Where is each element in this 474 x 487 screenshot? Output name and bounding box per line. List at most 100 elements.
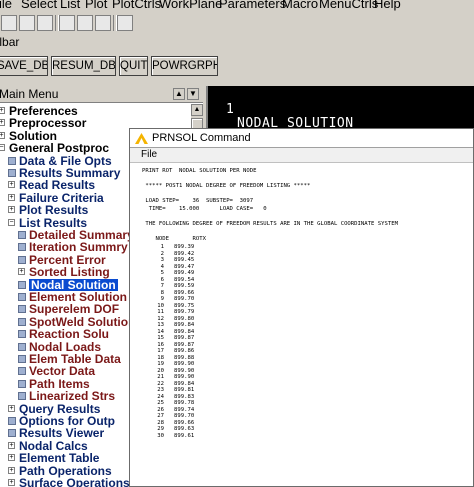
menu-list[interactable]: List <box>60 0 80 11</box>
menu-bullet-icon[interactable] <box>18 367 26 376</box>
menu-bullet-icon[interactable] <box>18 231 26 239</box>
menu-tree-label: Path Operations <box>19 463 112 478</box>
expand-icon[interactable]: + <box>8 479 15 486</box>
menu-tree-label: Results Summary <box>19 166 121 180</box>
command-prompt-icon[interactable] <box>117 15 133 31</box>
output-line: ***** POST1 NODAL DEGREE OF FREEDOM LIST… <box>142 183 311 190</box>
menu-workplane[interactable]: WorkPlane <box>159 0 222 11</box>
output-line: LOAD STEP= 36 SUBSTEP= 3097 <box>142 198 254 205</box>
powergraph-button[interactable]: POWRGRPH <box>151 56 218 76</box>
menu-bullet-icon[interactable] <box>18 255 26 264</box>
menu-tree-label: Preferences <box>9 104 78 118</box>
menu-bullet-icon[interactable] <box>8 169 16 177</box>
expand-menu-icon[interactable]: ▼ <box>187 88 199 100</box>
menu-tree-label: Solution <box>9 128 57 143</box>
scroll-up-icon[interactable]: ▲ <box>191 104 203 116</box>
menu-tree-label: General Postproc <box>9 141 110 156</box>
menu-tree-label: Linearized Strs <box>29 389 116 404</box>
prnsol-output: PRINT ROT NODAL SOLUTION PER NODE ***** … <box>130 163 473 486</box>
menu-tree-label: Preprocessor <box>9 116 87 131</box>
output-line: NODE ROTX <box>142 236 206 243</box>
menu-tree-item[interactable]: + Preferences <box>0 105 191 117</box>
menu-plot[interactable]: Plot <box>85 0 107 11</box>
menu-bullet-icon[interactable] <box>18 355 26 363</box>
menu-select[interactable]: Select <box>21 0 57 11</box>
menu-bullet-icon[interactable] <box>8 156 16 165</box>
menu-tree-label: Percent Error <box>29 252 106 267</box>
image-capture-icon[interactable] <box>77 15 93 31</box>
menu-tree-label: Plot Results <box>19 203 89 218</box>
collapse-menu-icon[interactable]: ▲ <box>173 88 185 100</box>
expand-icon[interactable]: + <box>0 119 5 127</box>
menu-plotctrls[interactable]: PlotCtrls <box>112 0 161 11</box>
save-icon[interactable] <box>37 15 53 31</box>
menu-tree-label: Sorted Listing <box>29 265 110 280</box>
expand-icon[interactable]: + <box>8 181 15 189</box>
expand-icon[interactable]: + <box>8 206 15 214</box>
quit-button[interactable]: QUIT <box>119 56 148 76</box>
menu-bullet-icon[interactable] <box>18 293 26 301</box>
expand-icon[interactable]: + <box>8 404 15 412</box>
menu-bullet-icon[interactable] <box>18 317 26 326</box>
dialog-titlebar[interactable]: PRNSOL Command <box>130 129 473 148</box>
expand-icon[interactable]: + <box>8 454 15 462</box>
toolbar-label: Toolbar <box>0 35 20 49</box>
main-menu-title: Main Menu <box>0 87 59 101</box>
menu-file[interactable]: File <box>0 0 12 11</box>
menu-tree-label: List Results <box>19 215 88 230</box>
expand-icon[interactable]: + <box>18 268 25 276</box>
resume-db-button[interactable]: RESUM_DB <box>51 56 116 76</box>
output-rotx-cell: 899.61 <box>174 432 195 439</box>
collapse-icon[interactable]: − <box>8 218 15 226</box>
expand-icon[interactable]: + <box>8 466 15 474</box>
output-line: TIME= 15.000 LOAD CASE= 0 <box>142 206 267 212</box>
output-line: PRINT ROT NODAL SOLUTION PER NODE <box>142 168 257 174</box>
menu-tree-label: Results Viewer <box>19 426 105 441</box>
output-line: THE FOLLOWING DEGREE OF FREEDOM RESULTS … <box>142 221 398 228</box>
menu-tree-label: Iteration Summry <box>29 240 128 255</box>
menu-tree-label: Elem Table Data <box>29 352 121 366</box>
report-icon[interactable] <box>95 15 111 31</box>
menu-macro[interactable]: Macro <box>282 0 318 11</box>
menu-bullet-icon[interactable] <box>8 417 16 425</box>
menu-tree-label: Superelem DOF <box>29 302 120 317</box>
menu-bullet-icon[interactable] <box>8 429 16 438</box>
menu-bullet-icon[interactable] <box>18 243 26 252</box>
menu-tree-label: Detailed Summary <box>29 228 134 242</box>
save-db-button[interactable]: SAVE_DB <box>0 56 48 76</box>
output-node-cell: 30 <box>157 432 164 439</box>
prnsol-dialog: PRNSOL Command File PRINT ROT NODAL SOLU… <box>129 128 474 487</box>
pan-zoom-icon[interactable] <box>59 15 75 31</box>
menu-tree-label: Nodal Loads <box>29 339 102 354</box>
collapse-icon[interactable]: − <box>0 144 5 152</box>
menu-tree-label: Data & File Opts <box>19 153 112 168</box>
expand-icon[interactable]: + <box>0 131 5 139</box>
menu-bullet-icon[interactable] <box>18 280 26 289</box>
menu-tree-label: Element Solution <box>29 290 128 304</box>
menu-tree-label: Reaction Solu <box>29 327 110 342</box>
menu-bullet-icon[interactable] <box>18 392 26 401</box>
dialog-menubar: File <box>130 148 473 163</box>
menu-help[interactable]: Help <box>374 0 401 11</box>
window-number: 1 <box>226 102 234 117</box>
menu-bullet-icon[interactable] <box>18 330 26 339</box>
menu-tree-label: Read Results <box>19 178 96 193</box>
menu-bullet-icon[interactable] <box>18 379 26 388</box>
menu-tree-label: Options for Outp <box>19 414 115 428</box>
new-file-icon[interactable] <box>1 15 17 31</box>
open-file-icon[interactable] <box>19 15 35 31</box>
dialog-menu-file[interactable]: File <box>141 149 157 160</box>
expand-icon[interactable]: + <box>8 193 15 201</box>
menu-parameters[interactable]: Parameters <box>219 0 286 11</box>
expand-icon[interactable]: + <box>8 441 15 449</box>
menu-tree-label: Failure Criteria <box>19 190 104 205</box>
menu-bullet-icon[interactable] <box>18 342 26 351</box>
menu-tree-label: Vector Data <box>29 364 96 379</box>
expand-icon[interactable]: + <box>0 107 5 114</box>
menu-menuctrls[interactable]: MenuCtrls <box>319 0 378 11</box>
ansys-logo-icon <box>135 133 148 144</box>
menu-bullet-icon[interactable] <box>18 305 26 314</box>
menu-tree-label: Nodal Solution <box>29 277 118 292</box>
menu-tree-label: Query Results <box>19 401 101 416</box>
menu-tree-label: Path Items <box>29 376 90 391</box>
